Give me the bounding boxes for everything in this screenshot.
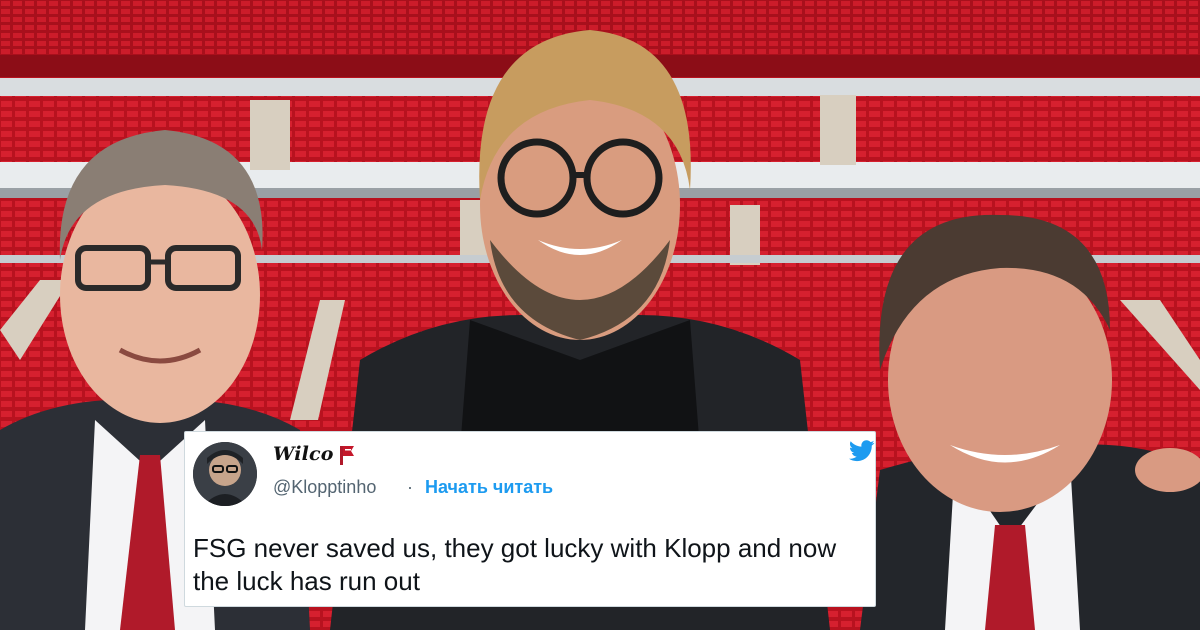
user-handle[interactable]: @Klopptinho	[273, 477, 376, 498]
separator-dot: ·	[407, 477, 413, 497]
tweet-text: FSG never saved us, they got lucky with …	[193, 533, 837, 596]
tweet-card[interactable]: Wilco @Klopptinho · Начать читать FSG ne…	[184, 431, 876, 607]
avatar[interactable]	[193, 442, 257, 506]
display-name[interactable]: Wilco	[273, 443, 334, 465]
avatar-image	[193, 442, 257, 506]
follow-link[interactable]: Начать читать	[425, 477, 553, 498]
red-flag-icon	[340, 446, 354, 465]
twitter-bird-icon[interactable]	[849, 440, 875, 462]
